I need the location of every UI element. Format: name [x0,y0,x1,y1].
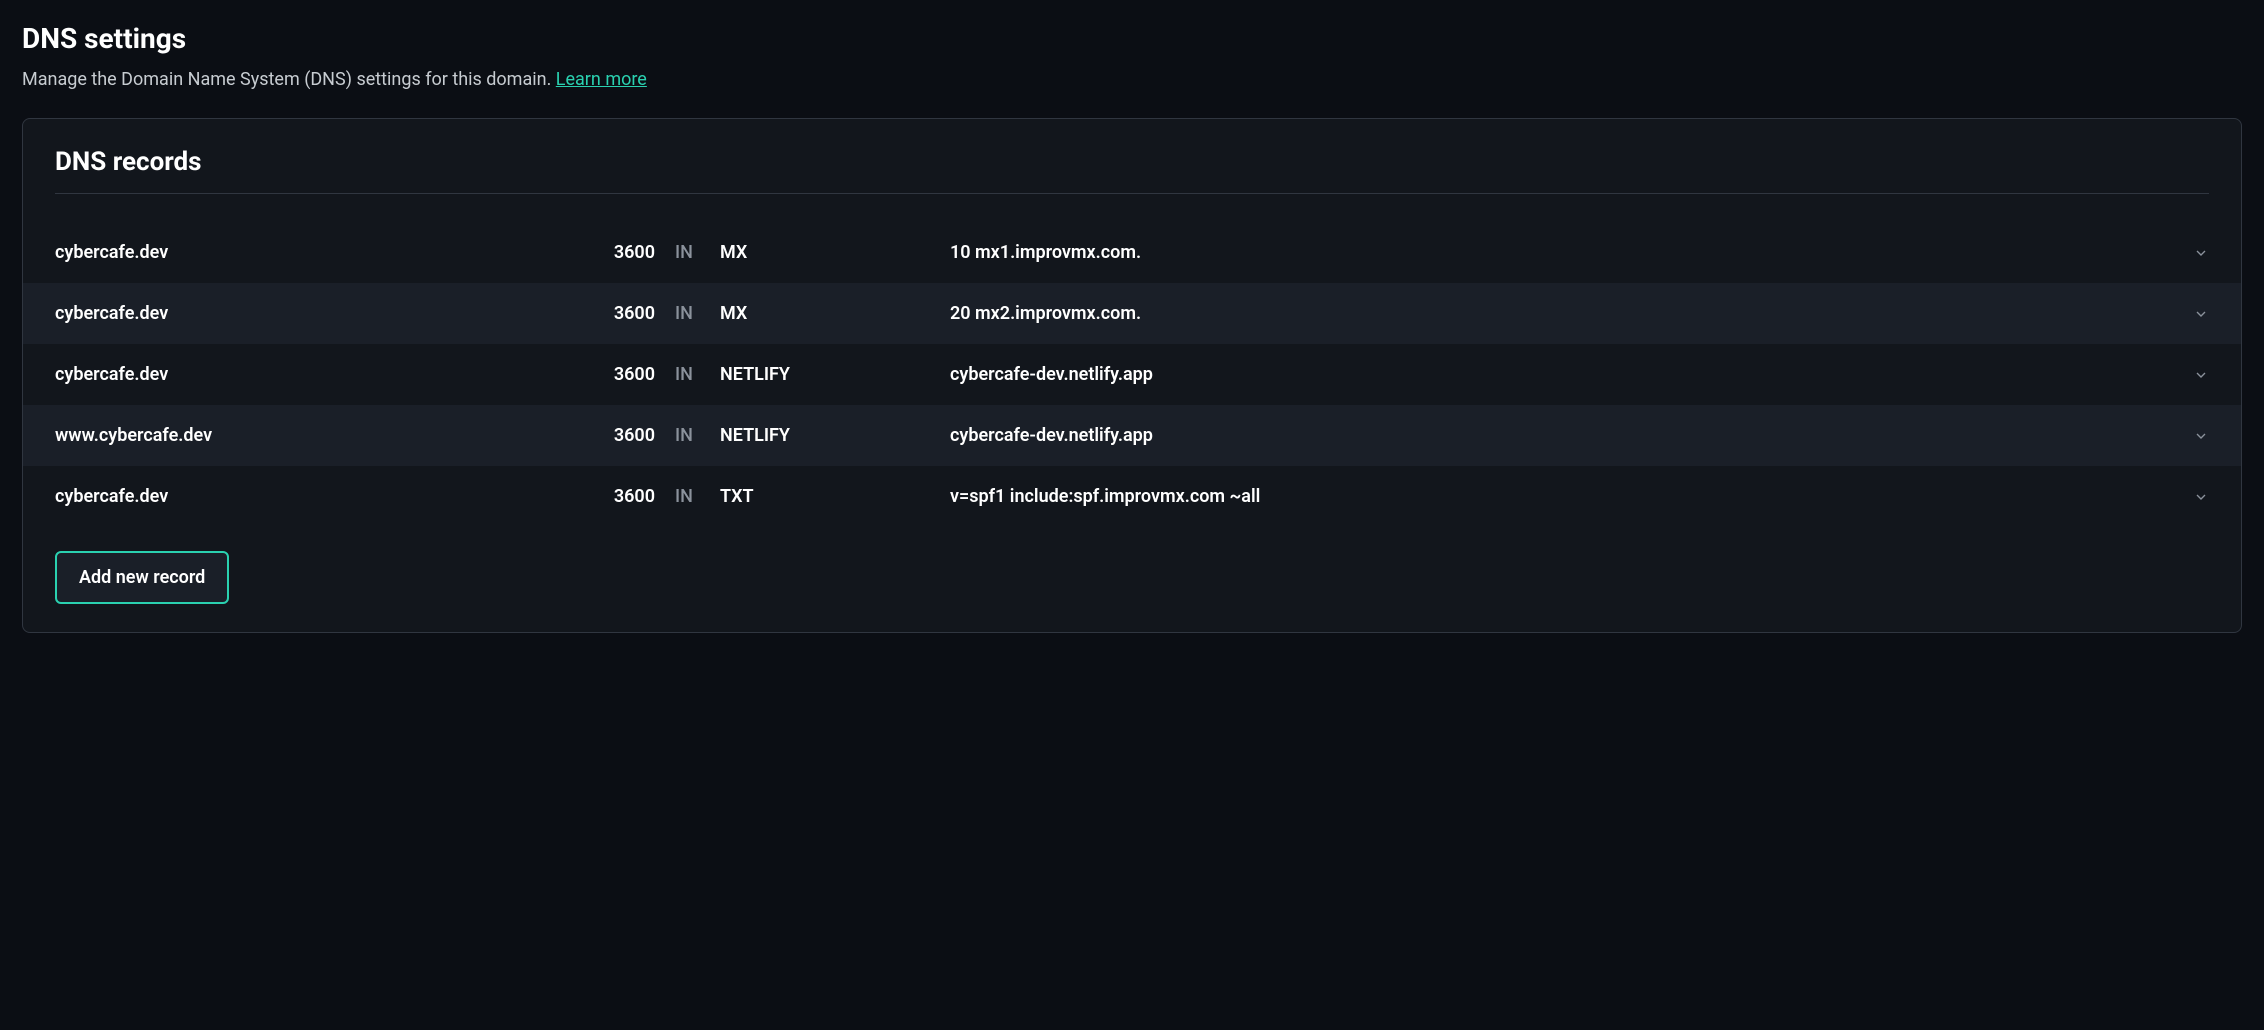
dns-record-row[interactable]: cybercafe.dev3600INNETLIFYcybercafe-dev.… [23,344,2241,405]
add-new-record-button[interactable]: Add new record [55,551,229,604]
dns-records-card: DNS records cybercafe.dev3600INMX10 mx1.… [22,118,2242,633]
record-host: cybercafe.dev [55,303,585,324]
chevron-down-icon[interactable] [2179,489,2209,505]
chevron-down-icon[interactable] [2179,428,2209,444]
record-host: www.cybercafe.dev [55,425,585,446]
record-type: NETLIFY [720,425,950,446]
record-class: IN [675,364,720,385]
record-type: MX [720,242,950,263]
record-host: cybercafe.dev [55,242,585,263]
chevron-down-icon[interactable] [2179,367,2209,383]
chevron-down-icon[interactable] [2179,306,2209,322]
card-footer: Add new record [55,551,2209,604]
record-host: cybercafe.dev [55,364,585,385]
record-class: IN [675,425,720,446]
record-type: TXT [720,486,950,507]
record-ttl: 3600 [585,303,675,324]
dns-record-row[interactable]: cybercafe.dev3600INMX20 mx2.improvmx.com… [23,283,2241,344]
record-class: IN [675,486,720,507]
records-list: cybercafe.dev3600INMX10 mx1.improvmx.com… [23,222,2241,527]
learn-more-link[interactable]: Learn more [556,69,647,90]
page-subtitle: Manage the Domain Name System (DNS) sett… [22,69,2242,90]
dns-record-row[interactable]: cybercafe.dev3600INTXTv=spf1 include:spf… [23,466,2241,527]
record-type: NETLIFY [720,364,950,385]
dns-record-row[interactable]: cybercafe.dev3600INMX10 mx1.improvmx.com… [23,222,2241,283]
page-title: DNS settings [22,22,2242,55]
record-value: v=spf1 include:spf.improvmx.com ~all [950,486,2179,507]
chevron-down-icon[interactable] [2179,245,2209,261]
record-value: cybercafe-dev.netlify.app [950,364,2179,385]
record-ttl: 3600 [585,364,675,385]
record-class: IN [675,303,720,324]
record-host: cybercafe.dev [55,486,585,507]
card-title: DNS records [55,147,2209,177]
record-value: 20 mx2.improvmx.com. [950,303,2179,324]
record-value: cybercafe-dev.netlify.app [950,425,2179,446]
record-ttl: 3600 [585,486,675,507]
card-header: DNS records [55,147,2209,194]
dns-record-row[interactable]: www.cybercafe.dev3600INNETLIFYcybercafe-… [23,405,2241,466]
record-ttl: 3600 [585,425,675,446]
record-class: IN [675,242,720,263]
subtitle-text: Manage the Domain Name System (DNS) sett… [22,69,556,90]
record-type: MX [720,303,950,324]
record-value: 10 mx1.improvmx.com. [950,242,2179,263]
record-ttl: 3600 [585,242,675,263]
